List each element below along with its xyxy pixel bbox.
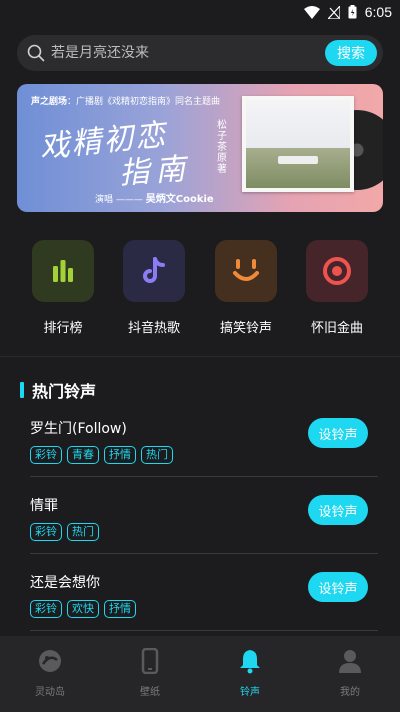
no-signal-icon xyxy=(327,5,340,19)
search-bar[interactable]: 搜索 xyxy=(17,35,383,71)
album-photo xyxy=(242,96,354,192)
set-ringtone-button[interactable]: 设铃声 xyxy=(308,418,368,448)
tab-label: 灵动岛 xyxy=(35,687,65,698)
list-item[interactable]: 还是会想你 彩铃 欢快 抒情 设铃声 xyxy=(30,572,378,631)
category-grid: 排行榜 抖音热歌 搞笑铃声 怀旧金曲 xyxy=(0,240,400,340)
category-tiktok[interactable]: 抖音热歌 xyxy=(114,240,194,336)
tab-label: 铃声 xyxy=(240,687,260,698)
wifi-icon xyxy=(303,5,320,19)
tab-island[interactable]: 灵动岛 xyxy=(0,636,100,712)
tab-mine[interactable]: 我的 xyxy=(300,636,400,712)
search-icon xyxy=(27,44,45,62)
tag[interactable]: 抒情 xyxy=(104,600,136,618)
set-ringtone-button[interactable]: 设铃声 xyxy=(308,572,368,602)
tab-label: 壁纸 xyxy=(140,687,160,698)
tab-wallpaper[interactable]: 壁纸 xyxy=(100,636,200,712)
status-time: 6:05 xyxy=(364,4,392,20)
bar-chart-icon xyxy=(32,240,94,302)
list-item[interactable]: 情罪 彩铃 热门 设铃声 xyxy=(30,495,378,554)
target-icon xyxy=(306,240,368,302)
promo-banner[interactable]: 声之剧场：广播剧《戏精初恋指南》同名主题曲 戏精初恋 指南 松子茶原著 演唱 —… xyxy=(17,84,383,212)
tag-list: 彩铃 欢快 抒情 xyxy=(30,600,378,618)
tag-list: 彩铃 青春 抒情 热门 xyxy=(30,446,378,464)
category-label: 排行榜 xyxy=(43,321,83,336)
category-label: 搞笑铃声 xyxy=(219,321,272,336)
tag[interactable]: 欢快 xyxy=(67,600,99,618)
bell-icon xyxy=(240,650,260,674)
category-label: 怀旧金曲 xyxy=(310,321,363,336)
set-ringtone-button[interactable]: 设铃声 xyxy=(308,495,368,525)
tag[interactable]: 彩铃 xyxy=(30,523,62,541)
tiktok-icon xyxy=(123,240,185,302)
tag[interactable]: 彩铃 xyxy=(30,446,62,464)
battery-icon xyxy=(348,5,357,19)
section-divider xyxy=(0,356,400,357)
tag-list: 彩铃 热门 xyxy=(30,523,378,541)
tag[interactable]: 彩铃 xyxy=(30,600,62,618)
category-oldies[interactable]: 怀旧金曲 xyxy=(297,240,377,336)
tag[interactable]: 抒情 xyxy=(104,446,136,464)
row-divider xyxy=(30,553,378,554)
banner-tagline: 声之剧场：广播剧《戏精初恋指南》同名主题曲 xyxy=(31,97,221,107)
category-funny[interactable]: 搞笑铃声 xyxy=(206,240,286,336)
status-bar: 6:05 xyxy=(0,0,400,24)
tag[interactable]: 热门 xyxy=(141,446,173,464)
island-icon xyxy=(39,650,61,672)
phone-icon xyxy=(141,648,159,674)
smile-icon xyxy=(215,240,277,302)
tag[interactable]: 热门 xyxy=(67,523,99,541)
tab-ringtone[interactable]: 铃声 xyxy=(200,636,300,712)
section-header: 热门铃声 xyxy=(20,378,96,402)
row-divider xyxy=(30,476,378,477)
banner-credit: 演唱 ——— 吴炳文Cookie xyxy=(95,194,214,205)
category-label: 抖音热歌 xyxy=(127,321,180,336)
bottom-tab-bar: 灵动岛 壁纸 铃声 我的 xyxy=(0,636,400,712)
banner-title-line2: 指南 xyxy=(118,151,193,192)
row-divider xyxy=(30,630,378,631)
section-title: 热门铃声 xyxy=(32,382,97,401)
user-icon xyxy=(339,650,361,673)
category-ranking[interactable]: 排行榜 xyxy=(23,240,103,336)
section-accent-bar xyxy=(20,382,24,398)
tab-label: 我的 xyxy=(340,687,360,698)
tag[interactable]: 青春 xyxy=(67,446,99,464)
banner-author: 松子茶原著 xyxy=(217,120,227,175)
search-input[interactable] xyxy=(51,35,331,71)
list-item[interactable]: 罗生门(Follow) 彩铃 青春 抒情 热门 设铃声 xyxy=(30,418,378,477)
search-button[interactable]: 搜索 xyxy=(325,40,377,66)
